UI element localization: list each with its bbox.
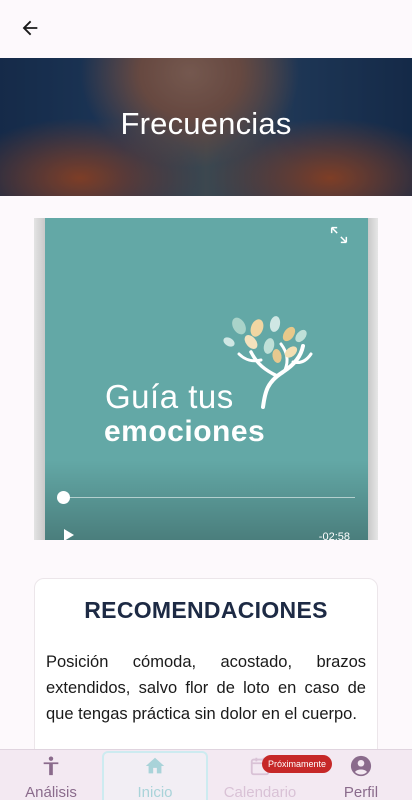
card-title: RECOMENDACIONES bbox=[84, 597, 328, 623]
play-icon[interactable] bbox=[62, 528, 76, 540]
player-edge-right bbox=[368, 218, 378, 540]
nav-label-analisis: Análisis bbox=[25, 784, 77, 800]
bottom-navigation: Análisis Inicio Calendario Próximamente … bbox=[0, 749, 412, 800]
time-remaining: -02:58 bbox=[318, 531, 350, 540]
header-banner: Frecuencias bbox=[0, 58, 412, 196]
nav-item-perfil[interactable]: Perfil bbox=[330, 750, 392, 800]
recommendations-card: RECOMENDACIONES Posición cómoda, acostad… bbox=[34, 578, 378, 778]
account-circle-icon bbox=[350, 755, 372, 777]
logo-text-line2: emociones bbox=[104, 415, 266, 448]
page-title: Frecuencias bbox=[120, 106, 292, 141]
fullscreen-icon[interactable] bbox=[328, 224, 350, 246]
card-text: Posición cómoda, acostado, brazos extend… bbox=[46, 653, 366, 723]
logo-text-line1: Guía tus bbox=[105, 378, 234, 415]
back-button[interactable] bbox=[14, 14, 46, 42]
person-icon bbox=[43, 756, 59, 776]
coming-soon-badge: Próximamente bbox=[262, 755, 333, 773]
nav-item-inicio[interactable]: Inicio bbox=[108, 750, 202, 800]
nav-item-analisis[interactable]: Análisis bbox=[18, 750, 84, 800]
progress-handle[interactable] bbox=[57, 491, 70, 504]
top-app-bar bbox=[0, 0, 412, 58]
nav-label-calendario: Calendario bbox=[223, 784, 297, 800]
home-icon bbox=[145, 757, 165, 774]
video-screen[interactable]: Guía tus emociones -02:58 bbox=[45, 218, 368, 540]
arrow-left-icon bbox=[22, 20, 38, 36]
nav-label-inicio: Inicio bbox=[137, 784, 173, 800]
video-player[interactable]: Guía tus emociones -02:58 bbox=[34, 218, 378, 540]
progress-bar[interactable] bbox=[63, 497, 355, 498]
player-edge-left bbox=[34, 218, 45, 540]
controls-gradient bbox=[45, 460, 368, 540]
nav-label-perfil: Perfil bbox=[343, 784, 379, 800]
